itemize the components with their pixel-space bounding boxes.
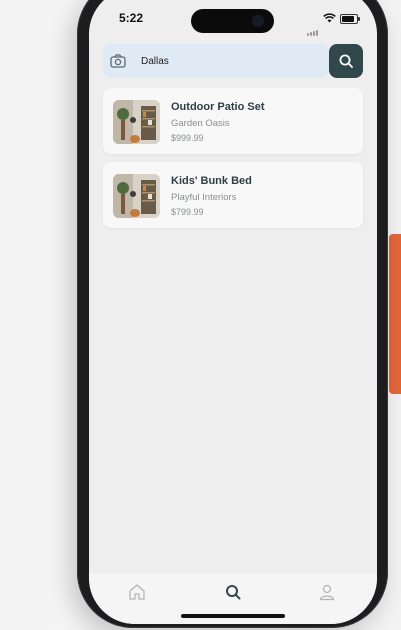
list-item[interactable]: Kids' Bunk Bed Playful Interiors $799.99 xyxy=(103,162,363,228)
product-price: $999.99 xyxy=(171,133,204,143)
search-icon[interactable] xyxy=(223,582,243,602)
home-icon[interactable] xyxy=(127,582,147,602)
status-time: 5:22 xyxy=(119,11,144,25)
feedback-side-tab[interactable] xyxy=(389,234,401,394)
profile-icon[interactable] xyxy=(317,582,337,602)
product-image xyxy=(113,100,160,144)
camera-icon[interactable] xyxy=(109,52,127,70)
product-image xyxy=(113,174,160,218)
search-icon xyxy=(339,54,353,68)
product-title: Kids' Bunk Bed xyxy=(171,175,252,187)
search-button[interactable] xyxy=(329,44,363,78)
product-title: Outdoor Patio Set xyxy=(171,101,265,113)
product-brand: Garden Oasis xyxy=(171,118,230,129)
dynamic-island xyxy=(191,9,274,33)
wifi-icon xyxy=(323,13,336,23)
home-indicator xyxy=(181,614,285,618)
status-bar: 5:22 xyxy=(89,0,377,36)
side-tab-label xyxy=(391,244,401,384)
product-brand: Playful Interiors xyxy=(171,192,237,203)
list-item[interactable]: Outdoor Patio Set Garden Oasis $999.99 xyxy=(103,88,363,154)
signal-icon xyxy=(307,18,319,36)
app-screen: 5:22 Dallas Outdoor Patio Set Garden Oas… xyxy=(89,0,377,624)
product-price: $799.99 xyxy=(171,207,204,217)
search-bar xyxy=(103,44,329,78)
battery-icon xyxy=(340,14,360,24)
search-input[interactable] xyxy=(141,52,321,70)
